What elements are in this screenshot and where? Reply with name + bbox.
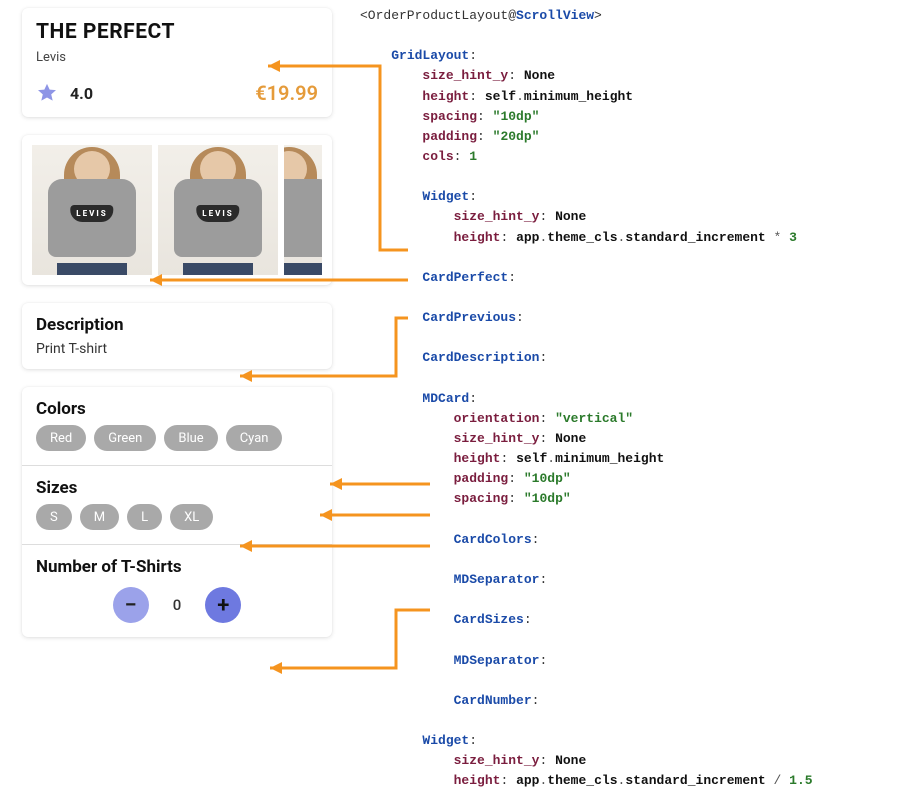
size-chip[interactable]: M <box>80 504 119 530</box>
kv-code: <OrderProductLayout@ScrollView> GridLayo… <box>360 6 900 791</box>
quantity-value: 0 <box>173 596 182 614</box>
rating-price-row: 4.0 €19.99 <box>36 81 318 105</box>
product-image[interactable]: LEVIS <box>32 145 152 275</box>
color-chip[interactable]: Cyan <box>226 425 283 451</box>
card-perfect: THE PERFECT Levis 4.0 €19.99 <box>22 8 332 117</box>
increment-button[interactable]: + <box>205 587 241 623</box>
tee-logo: LEVIS <box>196 205 239 222</box>
size-chip[interactable]: XL <box>170 504 213 530</box>
color-chip[interactable]: Green <box>94 425 156 451</box>
product-brand: Levis <box>36 50 318 65</box>
color-chip[interactable]: Blue <box>164 425 217 451</box>
size-chip[interactable]: L <box>127 504 162 530</box>
sizes-row: S M L XL <box>36 504 318 530</box>
star-icon <box>36 82 58 104</box>
description-text: Print T-shirt <box>36 341 318 357</box>
rating-value: 4.0 <box>70 84 93 103</box>
tee-logo: LEVIS <box>70 205 113 222</box>
rating-group: 4.0 <box>36 82 93 104</box>
code-line: <OrderProductLayout@ScrollView> <box>360 8 602 23</box>
card-options: Colors Red Green Blue Cyan Sizes S M L X… <box>22 387 332 637</box>
separator <box>22 465 332 466</box>
colors-row: Red Green Blue Cyan <box>36 425 318 451</box>
image-strip[interactable]: LEVIS LEVIS <box>32 145 322 275</box>
mobile-preview-column: THE PERFECT Levis 4.0 €19.99 LEVIS <box>22 8 332 655</box>
decrement-button[interactable]: − <box>113 587 149 623</box>
product-image[interactable] <box>284 145 322 275</box>
card-description: Description Print T-shirt <box>22 303 332 369</box>
sizes-heading: Sizes <box>36 478 318 498</box>
quantity-stepper: − 0 + <box>36 587 318 623</box>
product-image[interactable]: LEVIS <box>158 145 278 275</box>
description-heading: Description <box>36 315 318 335</box>
colors-heading: Colors <box>36 399 318 419</box>
size-chip[interactable]: S <box>36 504 72 530</box>
separator <box>22 544 332 545</box>
product-price: €19.99 <box>255 81 318 105</box>
product-title: THE PERFECT <box>36 20 318 44</box>
card-previous: LEVIS LEVIS <box>22 135 332 285</box>
number-heading: Number of T-Shirts <box>36 557 318 577</box>
color-chip[interactable]: Red <box>36 425 86 451</box>
